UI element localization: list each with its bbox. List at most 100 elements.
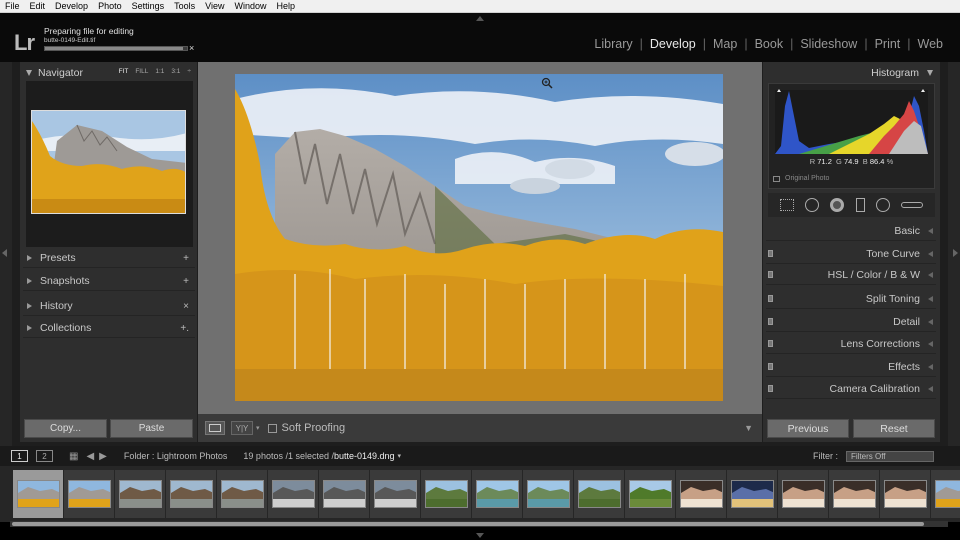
menu-item[interactable]: Settings	[127, 1, 170, 11]
original-photo-row[interactable]: Original Photo	[773, 175, 829, 182]
panel-switch-icon[interactable]	[768, 295, 773, 302]
module-print[interactable]: Print	[868, 37, 908, 51]
panel-switch-icon[interactable]	[768, 271, 773, 278]
panel-switch-icon[interactable]	[768, 250, 773, 257]
filmstrip-thumbnail[interactable]	[319, 470, 369, 518]
panel-header-camera-calibration[interactable]: Camera Calibration	[766, 379, 936, 399]
reset-button[interactable]: Reset	[853, 419, 935, 438]
main-photo[interactable]	[235, 74, 723, 401]
panel-header-lens-corrections[interactable]: Lens Corrections	[766, 334, 936, 354]
filmstrip-thumbnail[interactable]	[829, 470, 879, 518]
filmstrip-thumbnail[interactable]	[268, 470, 318, 518]
collapse-left-panel-icon[interactable]	[2, 249, 7, 257]
radial-filter-icon[interactable]	[875, 198, 890, 212]
panel-header-split-toning[interactable]: Split Toning	[766, 289, 936, 309]
secondary-window-button[interactable]: 2	[36, 450, 53, 462]
filmstrip-thumbnail[interactable]	[574, 470, 624, 518]
filmstrip-thumbnail[interactable]	[370, 470, 420, 518]
add-collection-icon[interactable]: +.	[180, 323, 189, 334]
filmstrip-thumbnail[interactable]	[166, 470, 216, 518]
loupe-view-button[interactable]	[205, 421, 225, 435]
histogram-graph[interactable]	[769, 86, 934, 156]
presets-panel-header[interactable]: Presets +	[23, 249, 195, 268]
filmstrip-thumbnail[interactable]	[880, 470, 930, 518]
filmstrip-thumbnail[interactable]	[217, 470, 267, 518]
main-window-button[interactable]: 1	[11, 450, 28, 462]
top-panel-toggle-icon[interactable]	[476, 16, 484, 21]
menu-item[interactable]: File	[0, 1, 25, 11]
panel-header-tone-curve[interactable]: Tone Curve	[766, 244, 936, 264]
filmstrip-thumbnail[interactable]	[727, 470, 777, 518]
forward-arrow-icon[interactable]: ▶	[99, 451, 107, 462]
module-book[interactable]: Book	[748, 37, 791, 51]
back-arrow-icon[interactable]: ◀	[86, 451, 94, 462]
zoom-fill[interactable]: FILL	[135, 68, 148, 75]
menu-item[interactable]: Tools	[169, 1, 200, 11]
filmstrip-thumbnail[interactable]	[931, 470, 960, 518]
original-photo-checkbox[interactable]	[773, 175, 780, 182]
panel-header-detail[interactable]: Detail	[766, 312, 936, 332]
filmstrip-thumbnail[interactable]	[64, 470, 114, 518]
before-after-button[interactable]: Y|Y	[231, 421, 253, 435]
filmstrip-thumbnail[interactable]	[676, 470, 726, 518]
zoom-1-1[interactable]: 1:1	[155, 68, 164, 75]
filmstrip-thumbnail[interactable]	[421, 470, 471, 518]
selected-filename[interactable]: butte-0149.dng	[334, 451, 395, 461]
filmstrip-thumbnail[interactable]	[523, 470, 573, 518]
menu-item[interactable]: Develop	[50, 1, 93, 11]
soft-proofing-checkbox[interactable]	[267, 423, 277, 433]
add-snapshot-icon[interactable]: +	[183, 276, 189, 287]
copy-settings-button[interactable]: Copy...	[24, 419, 107, 438]
panel-switch-icon[interactable]	[768, 318, 773, 325]
filmstrip-thumbnail[interactable]	[472, 470, 522, 518]
source-path[interactable]: Folder : Lightroom Photos	[124, 451, 228, 461]
previous-button[interactable]: Previous	[767, 419, 849, 438]
crop-tool-icon[interactable]	[779, 199, 794, 211]
menu-item[interactable]: Edit	[25, 1, 51, 11]
filter-select[interactable]: Filters Off	[846, 450, 934, 462]
menu-item[interactable]: Photo	[93, 1, 127, 11]
panel-switch-icon[interactable]	[768, 363, 773, 370]
navigator-preview-image[interactable]	[31, 110, 186, 214]
zoom-loupe-icon[interactable]	[541, 77, 553, 89]
panel-switch-icon[interactable]	[768, 340, 773, 347]
zoom-more[interactable]: ÷	[187, 68, 191, 75]
toolbar-options-icon[interactable]: ▼	[744, 423, 753, 433]
filmstrip-thumbnail[interactable]	[778, 470, 828, 518]
add-preset-icon[interactable]: +	[183, 253, 189, 264]
module-map[interactable]: Map	[706, 37, 744, 51]
graduated-filter-icon[interactable]	[855, 198, 865, 212]
clear-history-icon[interactable]: ×	[183, 301, 189, 312]
grid-view-icon[interactable]: ▦	[69, 451, 78, 462]
before-after-dropdown-icon[interactable]: ▾	[256, 424, 260, 432]
panel-header-effects[interactable]: Effects	[766, 357, 936, 377]
menu-item[interactable]: View	[200, 1, 229, 11]
navigator-header[interactable]: Navigator FIT FILL 1:1 3:1 ÷	[23, 63, 195, 83]
zoom-fit[interactable]: FIT	[119, 68, 129, 75]
panel-switch-icon[interactable]	[768, 385, 773, 392]
adjustment-brush-icon[interactable]	[901, 202, 924, 208]
panel-header-basic[interactable]: Basic	[766, 221, 936, 241]
module-slideshow[interactable]: Slideshow	[793, 37, 864, 51]
menu-item[interactable]: Window	[230, 1, 272, 11]
history-panel-header[interactable]: History ×	[23, 297, 195, 316]
filmstrip-thumbnail[interactable]	[115, 470, 165, 518]
filename-dropdown-icon[interactable]: ▾	[398, 452, 402, 460]
filmstrip-thumbnail[interactable]	[625, 470, 675, 518]
panel-header-hsl-color-b-w[interactable]: HSL / Color / B & W	[766, 265, 936, 285]
histogram-header[interactable]: Histogram	[766, 63, 936, 83]
red-eye-icon[interactable]	[830, 198, 845, 212]
progress-cancel-button[interactable]: ×	[189, 43, 194, 53]
filmstrip-scroll-thumb[interactable]	[12, 522, 924, 526]
module-library[interactable]: Library	[587, 37, 639, 51]
menu-item[interactable]: Help	[272, 1, 301, 11]
snapshots-panel-header[interactable]: Snapshots +	[23, 272, 195, 291]
filmstrip-thumbnail[interactable]	[13, 470, 63, 518]
spot-removal-icon[interactable]	[804, 198, 819, 212]
bottom-panel-toggle-icon[interactable]	[476, 533, 484, 538]
collapse-right-panel-icon[interactable]	[953, 249, 958, 257]
module-develop[interactable]: Develop	[643, 37, 703, 51]
zoom-3-1[interactable]: 3:1	[171, 68, 180, 75]
paste-settings-button[interactable]: Paste	[110, 419, 193, 438]
collections-panel-header[interactable]: Collections +.	[23, 319, 195, 338]
